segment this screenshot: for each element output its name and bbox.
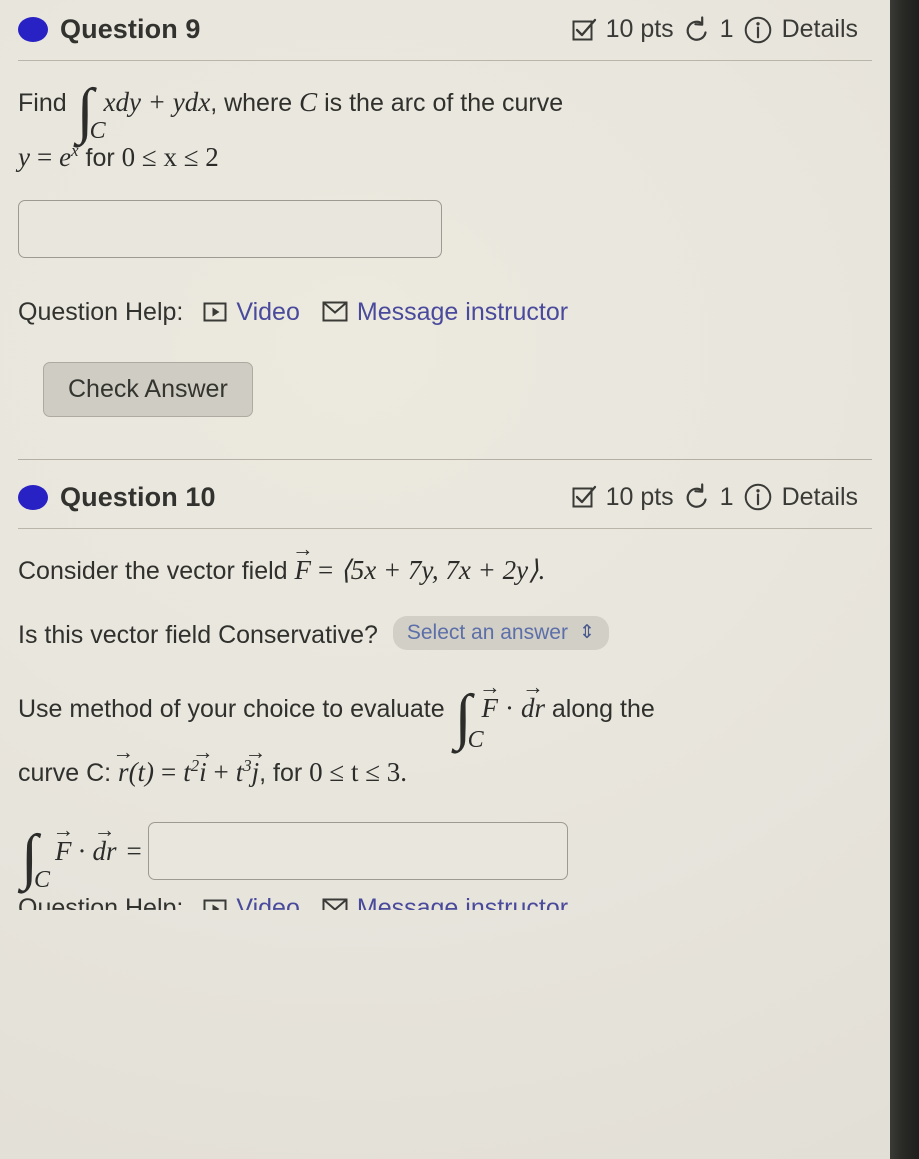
question-10-message-label[interactable]: Message instructor bbox=[357, 894, 568, 910]
integral-lower-limit-q9: C bbox=[89, 117, 106, 144]
retry-arrow-icon bbox=[683, 15, 711, 44]
question-10-answer-lhs-dot: · bbox=[77, 835, 87, 866]
question-10-select-label: Select an answer bbox=[406, 620, 568, 644]
question-10-vf-symbol: → F bbox=[292, 537, 314, 585]
question-9-curve-base: ex bbox=[59, 141, 79, 173]
question-10-curve-domain: 0 ≤ t ≤ 3. bbox=[309, 757, 408, 788]
checkbox-check-icon bbox=[571, 484, 597, 510]
question-10-method-f: → F bbox=[478, 675, 501, 723]
question-9-details-label[interactable]: Details bbox=[782, 15, 858, 44]
question-10-answer-input[interactable] bbox=[147, 822, 568, 881]
video-play-icon bbox=[203, 899, 227, 911]
question-9-check-answer-button[interactable]: Check Answer bbox=[43, 361, 253, 417]
question-10-details-label[interactable]: Details bbox=[782, 483, 858, 512]
question-10-video-label[interactable]: Video bbox=[236, 894, 300, 910]
integral-symbol-q10-answer: ∫ C bbox=[21, 823, 51, 894]
info-circle-icon[interactable] bbox=[743, 482, 773, 512]
question-9-meta: 10 pts 1 Details bbox=[571, 15, 872, 45]
question-10-meta: 10 pts 1 Details bbox=[571, 482, 872, 512]
question-10-header: Question 10 10 pts 1 Details bbox=[18, 460, 872, 513]
question-9-answer-input[interactable] bbox=[18, 199, 442, 258]
question-9-curve-lhs: y bbox=[18, 142, 30, 173]
question-10-help-label: Question Help: bbox=[18, 894, 184, 911]
question-9-prompt-tail: is the arc of the curve bbox=[324, 89, 564, 117]
question-10-vf-value: ⟨5x + 7y, 7x + 2y⟩. bbox=[340, 554, 546, 585]
info-circle-icon[interactable] bbox=[743, 15, 773, 45]
question-10-curve-line: curve C: →r(t) = t32→i + t3→j, for 0 ≤ t… bbox=[18, 739, 872, 788]
integral-symbol-q10-method: ∫ C bbox=[454, 682, 484, 754]
question-10-vector-field-line: Consider the vector field → F = ⟨5x + 7y,… bbox=[18, 537, 872, 586]
question-9-prompt-mid: , where bbox=[210, 89, 293, 117]
question-10-answer-select[interactable]: Select an answer ⇕ bbox=[392, 615, 609, 650]
question-10-method-dr: → dr bbox=[520, 675, 545, 723]
question-10-help-row: Question Help: Video Message instructor bbox=[18, 894, 872, 911]
question-10-method-dot: · bbox=[504, 692, 514, 723]
checkbox-check-icon bbox=[571, 17, 597, 43]
integral-symbol-q9: ∫ C bbox=[77, 80, 106, 144]
question-10-answer-lhs-dr: → dr bbox=[92, 818, 117, 866]
question-9-prompt-lead: Find bbox=[18, 89, 67, 117]
question-9-title-group: Question 9 bbox=[18, 14, 201, 45]
question-9-message-label[interactable]: Message instructor bbox=[357, 294, 568, 330]
screen-edge-vignette bbox=[890, 0, 919, 1159]
question-9-curve-var: C bbox=[299, 87, 318, 117]
chevron-updown-icon: ⇕ bbox=[578, 622, 595, 644]
status-dot-icon bbox=[18, 17, 48, 42]
question-9-prompt-line-1: Find ∫ C xdy + ydx, where C is the arc o… bbox=[18, 80, 872, 144]
question-10-curve-equals: = bbox=[161, 757, 177, 788]
question-10-title: Question 10 bbox=[60, 481, 216, 512]
question-10-curve-plus: + bbox=[213, 757, 229, 788]
envelope-icon bbox=[322, 898, 348, 911]
question-10-method-lead: Use method of your choice to evaluate bbox=[18, 694, 445, 723]
question-10-conservative-question: Is this vector field Conservative? bbox=[18, 620, 378, 649]
envelope-icon bbox=[322, 301, 348, 322]
question-10-help-row-clipped: Question Help: Video Message instructor bbox=[18, 880, 872, 911]
question-10-message-link[interactable]: Message instructor bbox=[322, 894, 568, 911]
retry-arrow-icon bbox=[683, 483, 711, 511]
question-9-video-label[interactable]: Video bbox=[236, 294, 300, 330]
question-9-curve-for: for bbox=[85, 144, 115, 173]
question-10-vf-equals: = bbox=[318, 554, 334, 585]
question-9-curve-equals: = bbox=[36, 142, 53, 173]
question-10-curve-lead: curve C: bbox=[18, 759, 112, 788]
question-10-attempts: 1 bbox=[719, 482, 734, 511]
question-10-body: Consider the vector field → F = ⟨5x + 7y,… bbox=[18, 529, 872, 911]
question-9-title: Question 9 bbox=[60, 14, 201, 44]
question-9-prompt-line-2: y = ex for 0 ≤ x ≤ 2 bbox=[18, 138, 872, 177]
exam-page: Question 9 10 pts 1 Details Find ∫ C xdy… bbox=[0, 0, 890, 1159]
question-10-answer-lhs-f: → F bbox=[52, 818, 75, 866]
question-9-body: Find ∫ C xdy + ydx, where C is the arc o… bbox=[18, 61, 872, 417]
question-10-curve-r: → r bbox=[112, 739, 135, 788]
question-10-method-tail: along the bbox=[551, 694, 655, 723]
question-9-curve-domain: 0 ≤ x ≤ 2 bbox=[121, 142, 219, 173]
question-9-header: Question 9 10 pts 1 Details bbox=[18, 0, 872, 45]
question-9-points: 10 pts bbox=[605, 15, 674, 43]
question-9-attempts: 1 bbox=[719, 15, 734, 43]
question-10-video-link[interactable]: Video bbox=[203, 894, 300, 911]
question-10-vf-lead: Consider the vector field bbox=[18, 556, 288, 585]
question-10-answer-equals: = bbox=[126, 835, 142, 866]
integral-lower-limit-q10-method: C bbox=[467, 727, 484, 754]
status-dot-icon bbox=[18, 484, 48, 510]
question-9-message-link[interactable]: Message instructor bbox=[322, 294, 568, 330]
question-9-help-label: Question Help: bbox=[18, 297, 184, 326]
question-10-curve-term-2: t3 → j bbox=[235, 739, 267, 788]
question-9-integrand: xdy + ydx bbox=[103, 87, 211, 117]
question-10-conservative-row: Is this vector field Conservative? Selec… bbox=[18, 615, 872, 650]
question-10-method-line: Use method of your choice to evaluate ∫ … bbox=[18, 675, 872, 754]
question-10-curve-term-1: t32→i bbox=[183, 739, 214, 788]
question-10-answer-row: ∫ C → F · → dr = bbox=[18, 818, 872, 894]
question-9-video-link[interactable]: Video bbox=[203, 294, 300, 330]
question-9-help-row: Question Help: Video Message instructor bbox=[18, 294, 872, 330]
question-10-title-group: Question 10 bbox=[18, 482, 216, 513]
question-10-points: 10 pts bbox=[605, 482, 674, 511]
video-play-icon bbox=[203, 302, 227, 322]
integral-lower-limit-q10-answer: C bbox=[34, 867, 51, 894]
